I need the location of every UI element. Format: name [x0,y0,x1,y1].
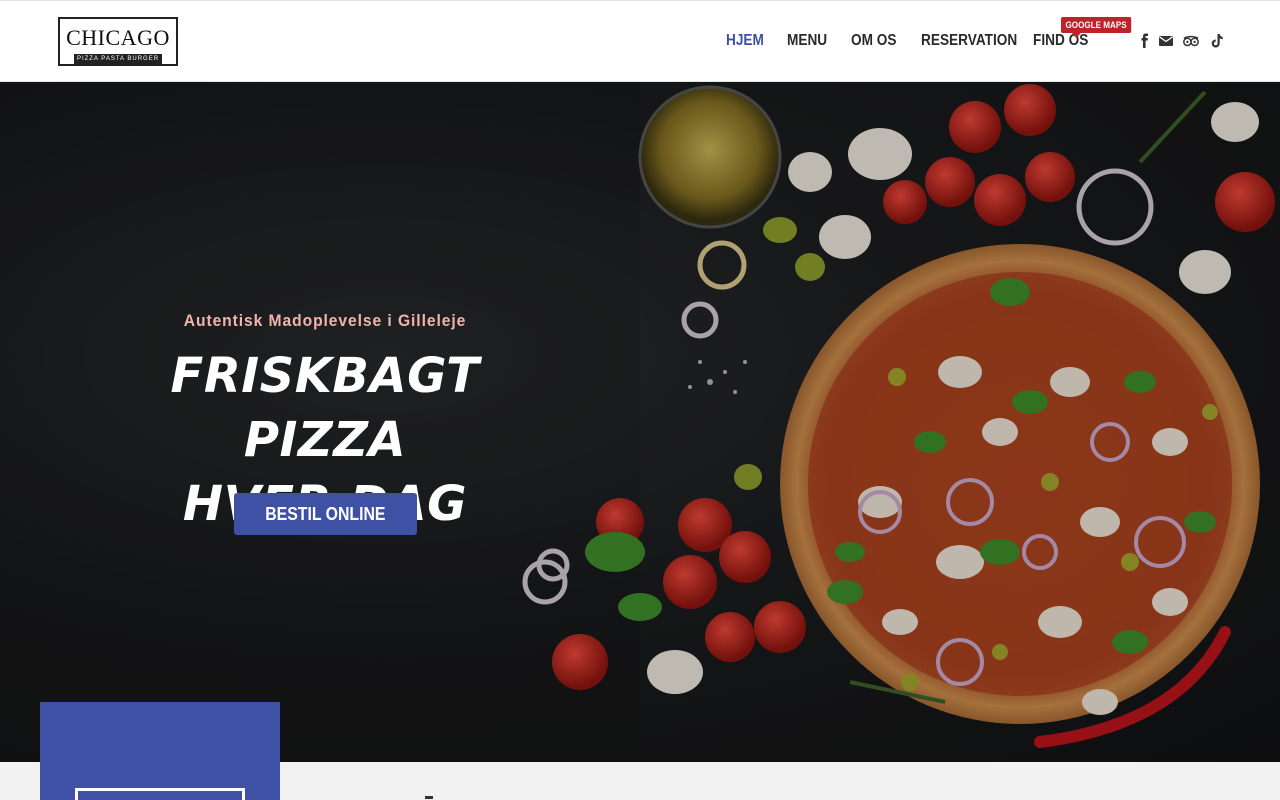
tripadvisor-icon[interactable] [1182,32,1200,50]
logo[interactable]: CHICAGO PIZZA PASTA BURGER [58,17,178,66]
google-maps-badge[interactable]: GOOGLE MAPS [1061,17,1132,38]
section-divider [425,796,433,799]
tiktok-icon[interactable] [1208,32,1226,50]
order-online-button[interactable]: BESTIL ONLINE [234,493,417,535]
nav-item-om-os[interactable]: OM OS [851,32,896,50]
nav-item-hjem[interactable]: HJEM [726,32,764,50]
envelope-icon[interactable] [1157,32,1175,50]
feature-card [40,702,280,800]
feature-card-frame [75,788,245,800]
facebook-icon[interactable] [1136,32,1154,50]
hero-banner: Autentisk Madoplevelse i Gilleleje FRISK… [0,82,1280,762]
nav-item-reservation[interactable]: RESERVATION [921,32,1017,50]
logo-tagline: PIZZA PASTA BURGER [74,54,162,64]
nav-item-menu[interactable]: MENU [787,32,827,50]
hero-headline-line1: FRISKBAGT PIZZA [170,348,480,468]
logo-name: CHICAGO [66,25,170,50]
site-header: CHICAGO PIZZA PASTA BURGER HJEM MENU OM … [0,0,1280,82]
order-online-label: BESTIL ONLINE [265,504,386,524]
hero-kicker: Autentisk Madoplevelse i Gilleleje [183,311,467,330]
